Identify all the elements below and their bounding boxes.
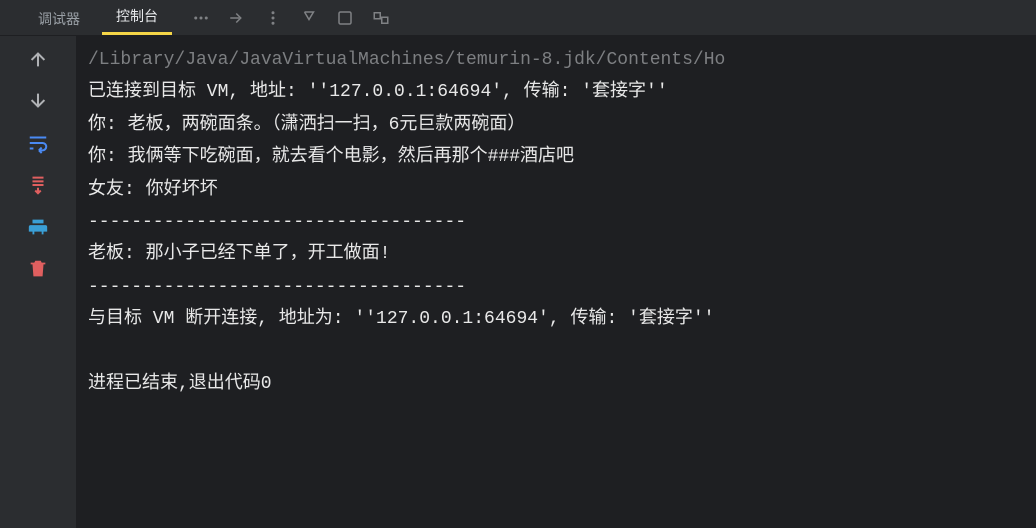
console-line: ----------------------------------- <box>80 206 1032 238</box>
more-icon[interactable] <box>264 9 282 27</box>
console-line: 你: 老板，两碗面条。（潇洒扫一扫，6元巨款两碗面） <box>80 109 1032 141</box>
console-line: 女友: 你好坏坏 <box>80 174 1032 206</box>
scroll-to-end-icon[interactable] <box>27 174 49 196</box>
soft-wrap-icon[interactable] <box>27 132 49 154</box>
print-icon[interactable] <box>27 216 49 238</box>
step-icon[interactable] <box>228 9 246 27</box>
console-output[interactable]: /Library/Java/JavaVirtualMachines/temuri… <box>76 36 1036 528</box>
debug-tabs-bar: 调试器 控制台 <box>0 0 1036 36</box>
view-icon[interactable] <box>336 9 354 27</box>
console-line: 与目标 VM 断开连接, 地址为: ''127.0.0.1:64694', 传输… <box>80 303 1032 335</box>
console-line: ----------------------------------- <box>80 271 1032 303</box>
console-line: 进程已结束,退出代码0 <box>80 368 1032 400</box>
console-line: 你: 我俩等下吃碗面，就去看个电影，然后再那个###酒店吧 <box>80 141 1032 173</box>
tab-strip-icons <box>180 9 390 35</box>
console-line: 已连接到目标 VM, 地址: ''127.0.0.1:64694', 传输: '… <box>80 76 1032 108</box>
arrow-down-icon[interactable] <box>27 90 49 112</box>
console-line: 老板: 那小子已经下单了，开工做面! <box>80 238 1032 270</box>
console-line: /Library/Java/JavaVirtualMachines/temuri… <box>80 44 1032 76</box>
console-line-blank <box>80 336 1032 368</box>
main-area: /Library/Java/JavaVirtualMachines/temuri… <box>0 36 1036 528</box>
tab-debugger[interactable]: 调试器 <box>24 1 94 35</box>
tab-console[interactable]: 控制台 <box>102 0 172 35</box>
arrow-up-icon[interactable] <box>27 48 49 70</box>
delete-icon[interactable] <box>27 258 49 280</box>
overflow-menu-icon[interactable] <box>192 9 210 27</box>
layout-icon[interactable] <box>372 9 390 27</box>
console-side-toolbar <box>0 36 76 528</box>
settings-icon[interactable] <box>300 9 318 27</box>
